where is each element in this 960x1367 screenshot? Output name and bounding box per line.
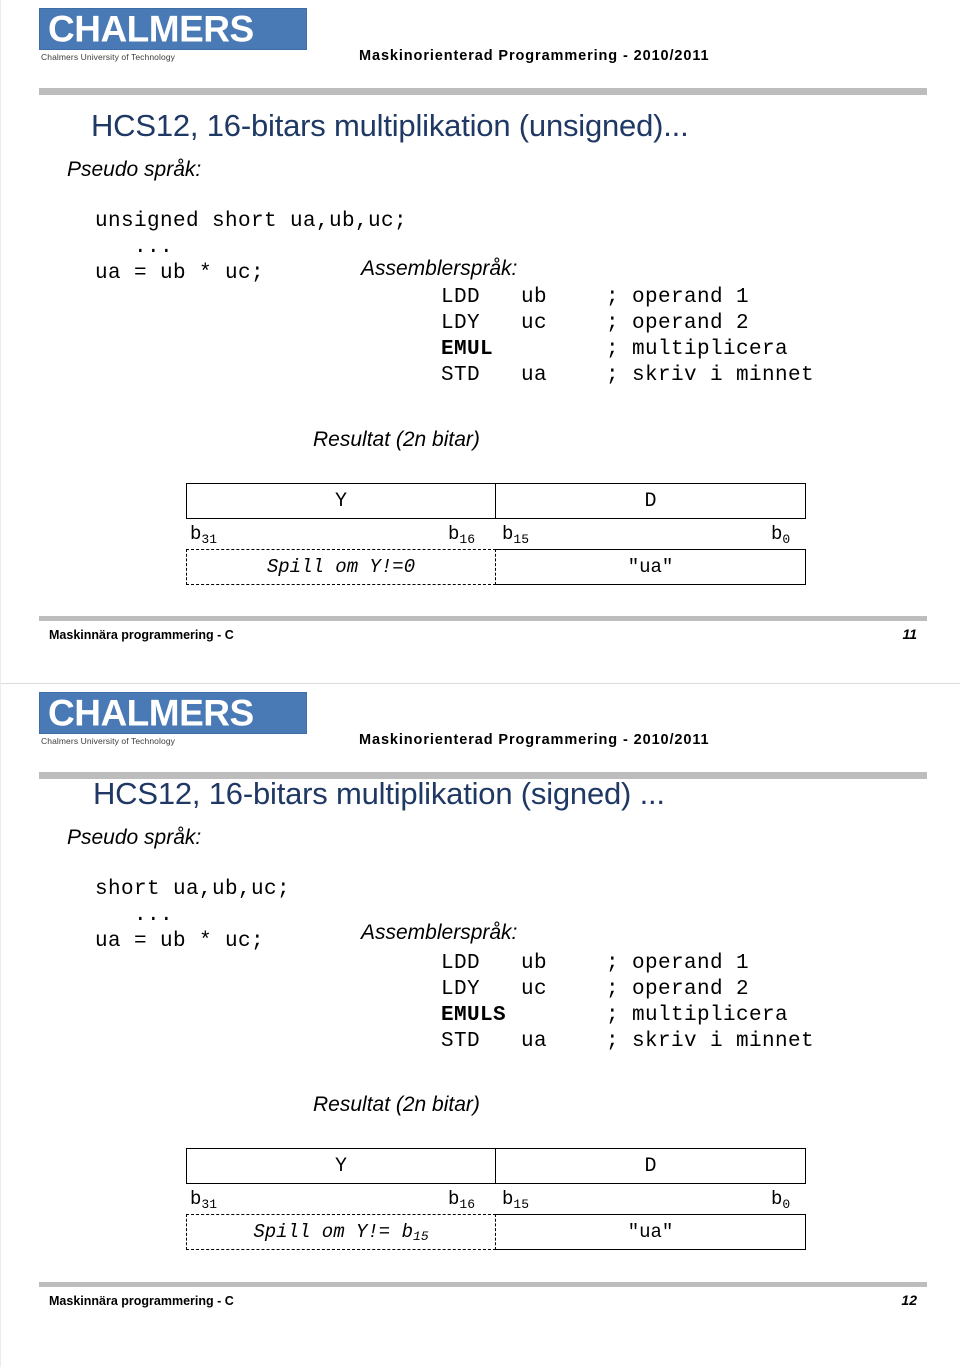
asm-comment-1: ; operand 1 bbox=[606, 952, 750, 975]
footer-page-number: 11 bbox=[902, 626, 917, 642]
result-label: Resultat (2n bitar) bbox=[313, 1093, 480, 1116]
header-course-title: Maskinorienterad Programmering - 2010/20… bbox=[359, 732, 710, 748]
asm-mnemonic-4: STD bbox=[441, 364, 481, 387]
bit-label-b16: b16 bbox=[448, 523, 476, 547]
chalmers-logo: CHALMERS Chalmers University of Technolo… bbox=[39, 692, 307, 746]
assembler-language-label: Assemblerspråk: bbox=[361, 257, 518, 280]
register-cell-y: Y bbox=[186, 483, 496, 519]
footer-divider bbox=[39, 616, 927, 621]
annotation-row: Spill om Y!=0 "ua" bbox=[186, 549, 806, 585]
chalmers-logo-subtitle: Chalmers University of Technology bbox=[41, 52, 176, 62]
asm-operand-4: ua bbox=[521, 364, 548, 387]
pseudo-code-line-1: unsigned short ua,ub,uc; bbox=[95, 210, 408, 233]
chalmers-logo-subtitle: Chalmers University of Technology bbox=[41, 736, 176, 746]
result-register-diagram: Y D b31 b16 b15 b0 Spill om Y!= b 15 "ua" bbox=[186, 1148, 806, 1250]
chalmers-logo-wordmark: CHALMERS bbox=[48, 692, 254, 734]
asm-mnemonic-4: STD bbox=[441, 1030, 481, 1053]
bit-label-b0: b0 bbox=[771, 1188, 791, 1212]
ua-annotation: "ua" bbox=[496, 549, 806, 585]
asm-mnemonic-3: EMUL bbox=[441, 338, 494, 361]
result-register-diagram: Y D b31 b16 b15 b0 Spill om Y!=0 "ua" bbox=[186, 483, 806, 585]
chalmers-logo-box: CHALMERS bbox=[39, 692, 307, 734]
bit-label-b31: b31 bbox=[190, 523, 218, 547]
asm-comment-2: ; operand 2 bbox=[606, 978, 750, 1001]
slide-deck-page: CHALMERS Chalmers University of Technolo… bbox=[0, 0, 960, 1367]
asm-operand-2: uc bbox=[521, 978, 548, 1001]
footer-divider bbox=[39, 1282, 927, 1287]
footer-page-number: 12 bbox=[901, 1292, 917, 1308]
slide-unsigned-multiplication: CHALMERS Chalmers University of Technolo… bbox=[1, 0, 960, 683]
page-title: HCS12, 16-bitars multiplikation (signed)… bbox=[93, 776, 665, 811]
header-course-title: Maskinorienterad Programmering - 2010/20… bbox=[359, 48, 710, 64]
footer-course-label: Maskinnära programmering - C bbox=[49, 1294, 234, 1308]
asm-comment-4: ; skriv i minnet bbox=[606, 364, 815, 387]
pseudo-code-line-3: ua = ub * uc; bbox=[95, 262, 265, 285]
asm-comment-4: ; skriv i minnet bbox=[606, 1030, 815, 1053]
pseudo-code-line-3: ua = ub * uc; bbox=[95, 930, 265, 953]
asm-operand-1: ub bbox=[521, 286, 548, 309]
pseudo-language-label: Pseudo språk: bbox=[67, 158, 202, 181]
bit-label-b16: b16 bbox=[448, 1188, 476, 1212]
page-title: HCS12, 16-bitars multiplikation (unsigne… bbox=[91, 108, 689, 143]
asm-mnemonic-2: LDY bbox=[441, 312, 481, 335]
slide-header: CHALMERS Chalmers University of Technolo… bbox=[1, 684, 960, 779]
asm-comment-1: ; operand 1 bbox=[606, 286, 750, 309]
asm-comment-2: ; operand 2 bbox=[606, 312, 750, 335]
register-cell-y: Y bbox=[186, 1148, 496, 1184]
pseudo-language-label: Pseudo språk: bbox=[67, 826, 202, 849]
result-label: Resultat (2n bitar) bbox=[313, 428, 480, 451]
annotation-row: Spill om Y!= b 15 "ua" bbox=[186, 1214, 806, 1250]
slide-header: CHALMERS Chalmers University of Technolo… bbox=[1, 0, 960, 95]
footer-course-label: Maskinnära programmering - C bbox=[49, 628, 234, 642]
register-cell-d: D bbox=[496, 483, 806, 519]
register-cell-d: D bbox=[496, 1148, 806, 1184]
pseudo-code-line-1: short ua,ub,uc; bbox=[95, 878, 291, 901]
asm-mnemonic-2: LDY bbox=[441, 978, 481, 1001]
chalmers-logo: CHALMERS Chalmers University of Technolo… bbox=[39, 8, 307, 62]
pseudo-code-line-2: ... bbox=[95, 236, 174, 259]
asm-mnemonic-1: LDD bbox=[441, 952, 481, 975]
chalmers-logo-box: CHALMERS bbox=[39, 8, 307, 50]
bit-label-b15: b15 bbox=[502, 1188, 530, 1212]
register-row: Y D bbox=[186, 483, 806, 519]
slide-signed-multiplication: CHALMERS Chalmers University of Technolo… bbox=[1, 683, 960, 1367]
asm-comment-3: ; multiplicera bbox=[606, 338, 789, 361]
asm-operand-1: ub bbox=[521, 952, 548, 975]
assembler-language-label: Assemblerspråk: bbox=[361, 921, 518, 944]
pseudo-code-line-2: ... bbox=[95, 904, 174, 927]
chalmers-logo-wordmark: CHALMERS bbox=[48, 8, 254, 50]
register-row: Y D bbox=[186, 1148, 806, 1184]
header-divider bbox=[39, 88, 927, 95]
asm-mnemonic-3: EMULS bbox=[441, 1004, 507, 1027]
bit-label-row: b31 b16 b15 b0 bbox=[186, 1184, 806, 1214]
spill-annotation: Spill om Y!=0 bbox=[186, 549, 496, 585]
asm-operand-2: uc bbox=[521, 312, 548, 335]
spill-annotation: Spill om Y!= b 15 bbox=[186, 1214, 496, 1250]
ua-annotation: "ua" bbox=[496, 1214, 806, 1250]
bit-label-b15: b15 bbox=[502, 523, 530, 547]
bit-label-row: b31 b16 b15 b0 bbox=[186, 519, 806, 549]
asm-mnemonic-1: LDD bbox=[441, 286, 481, 309]
bit-label-b31: b31 bbox=[190, 1188, 218, 1212]
asm-comment-3: ; multiplicera bbox=[606, 1004, 789, 1027]
bit-label-b0: b0 bbox=[771, 523, 791, 547]
asm-operand-4: ua bbox=[521, 1030, 548, 1053]
